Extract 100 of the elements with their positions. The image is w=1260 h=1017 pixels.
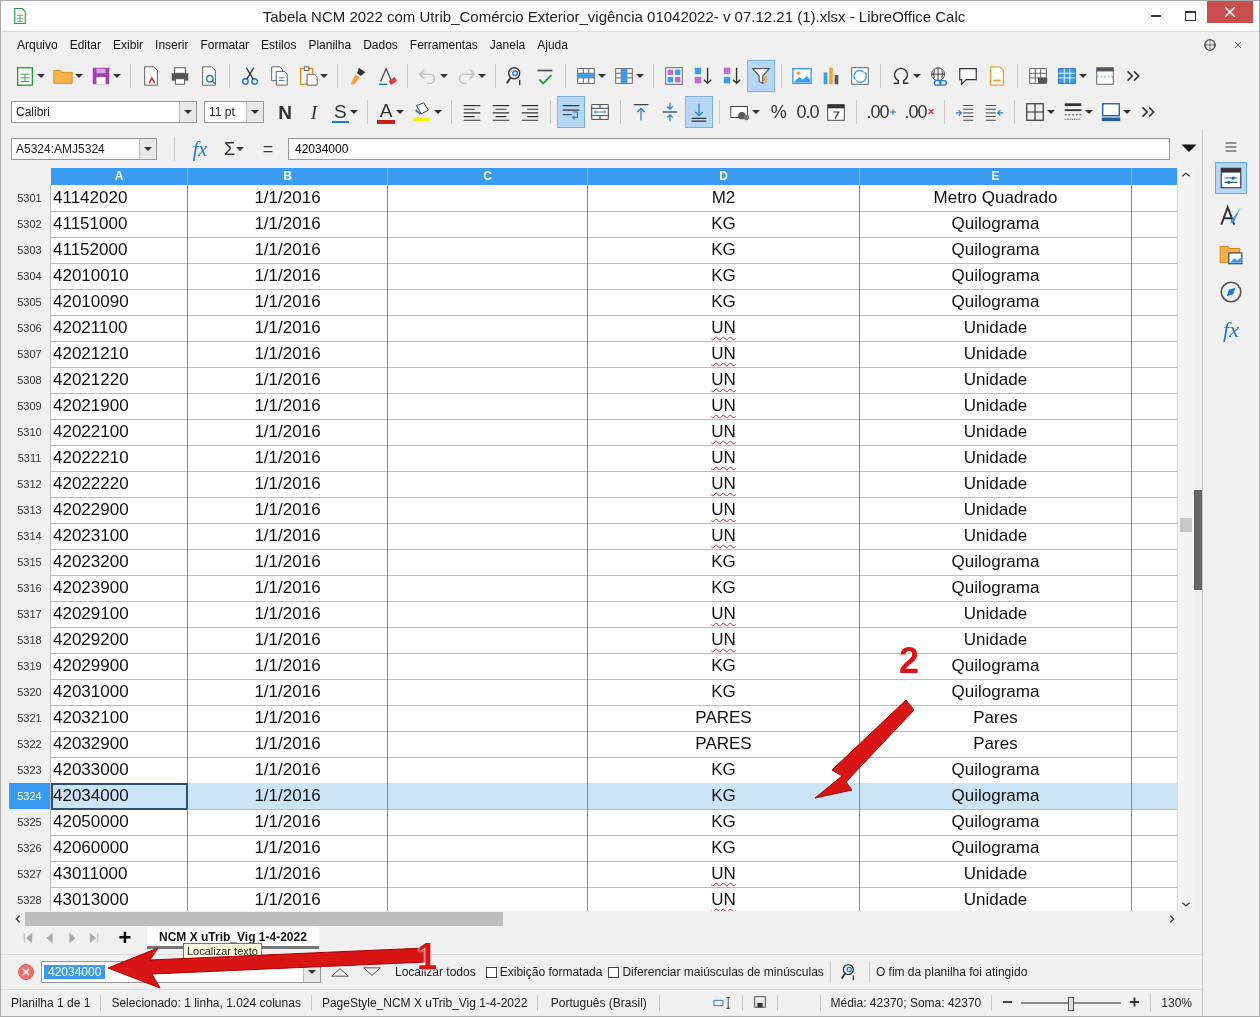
table-cell: Unidade bbox=[860, 341, 1132, 368]
row-header[interactable]: 5323 bbox=[9, 757, 51, 784]
row-header[interactable]: 5321 bbox=[9, 705, 51, 732]
table-cell: 42010010 bbox=[51, 263, 188, 290]
menu-item[interactable]: Estilos bbox=[255, 36, 303, 54]
language[interactable]: Português (Brasil) bbox=[538, 995, 661, 1011]
font-name-field[interactable]: Calibri bbox=[11, 101, 197, 123]
formula-button[interactable]: = bbox=[254, 133, 282, 165]
close-findbar-button[interactable] bbox=[17, 963, 35, 981]
menu-item[interactable]: Arquivo bbox=[11, 36, 64, 54]
caret-icon bbox=[37, 73, 45, 79]
font-color-button[interactable]: A bbox=[373, 96, 408, 128]
autofilter-button[interactable] bbox=[747, 60, 775, 92]
font-size-field[interactable]: 11 pt bbox=[204, 101, 264, 123]
table-cell: Quilograma bbox=[860, 783, 1132, 810]
scroll-thumb[interactable] bbox=[1180, 518, 1193, 532]
row-header[interactable]: 5310 bbox=[9, 419, 51, 446]
page-style[interactable]: PageStyle_NCM X uTrib_Vig 1-4-2022 bbox=[311, 995, 539, 1011]
row-header[interactable]: 5318 bbox=[9, 627, 51, 654]
table-cell: 42029100 bbox=[51, 601, 188, 628]
table-cell: 1/1/2016 bbox=[188, 861, 388, 888]
table-cell: Unidade bbox=[860, 523, 1132, 550]
row-header[interactable]: 5306 bbox=[9, 315, 51, 342]
row-header[interactable]: 5315 bbox=[9, 549, 51, 576]
menu-item[interactable]: Editar bbox=[63, 36, 108, 54]
row-header[interactable]: 5328 bbox=[9, 887, 51, 911]
checkbox[interactable]: Diferenciar maiúsculas de minúsculas bbox=[608, 965, 824, 979]
row-header[interactable]: 5322 bbox=[9, 731, 51, 758]
row-header[interactable]: 5326 bbox=[9, 835, 51, 862]
sliders-icon bbox=[1218, 165, 1244, 191]
row-header[interactable]: 5308 bbox=[9, 367, 51, 394]
sum-button[interactable]: Σ bbox=[220, 133, 248, 165]
menu-item[interactable]: Exibir bbox=[107, 36, 150, 54]
menu-item[interactable]: Inserir bbox=[149, 36, 195, 54]
update-button[interactable] bbox=[1201, 36, 1219, 54]
zoom-level[interactable]: 130% bbox=[1151, 995, 1202, 1011]
table-cell: 1/1/2016 bbox=[188, 419, 388, 446]
row-header[interactable]: 5316 bbox=[9, 575, 51, 602]
selection-info: Selecionado: 1 linha, 1.024 colunas bbox=[101, 995, 312, 1011]
menu-item[interactable]: Janela bbox=[483, 36, 532, 54]
menu-item[interactable]: Ajuda bbox=[531, 36, 574, 54]
row-header[interactable]: 5305 bbox=[9, 289, 51, 316]
checkbox[interactable]: Exibição formatada bbox=[485, 965, 603, 979]
sidebar-handle[interactable] bbox=[1194, 489, 1202, 590]
table-cell: UN bbox=[588, 445, 860, 472]
table-cell: 42029200 bbox=[51, 627, 188, 654]
row-header[interactable]: 5327 bbox=[9, 861, 51, 888]
table-cell: UN bbox=[588, 523, 860, 550]
table-cell bbox=[1132, 783, 1178, 810]
menu-item[interactable]: Formatar bbox=[194, 36, 256, 54]
add-sheet-button[interactable]: + bbox=[113, 925, 137, 951]
table-cell: UN bbox=[588, 367, 860, 394]
table-cell: 1/1/2016 bbox=[188, 367, 388, 394]
row-header[interactable]: 5309 bbox=[9, 393, 51, 420]
table-cell: KG bbox=[588, 237, 860, 264]
wrap-text-button[interactable] bbox=[557, 96, 586, 128]
table-cell: 1/1/2016 bbox=[188, 497, 388, 524]
number-format-button[interactable]: 0.0 bbox=[793, 96, 822, 128]
row-header[interactable]: 5302 bbox=[9, 211, 51, 238]
delete-decimal-button[interactable]: .00 bbox=[901, 96, 939, 128]
table-cell: Quilograma bbox=[860, 237, 1132, 264]
table-cell: 41152000 bbox=[51, 237, 188, 264]
menu-item[interactable]: Ferramentas bbox=[403, 36, 484, 54]
caret-icon bbox=[236, 146, 245, 152]
row-header[interactable]: 5320 bbox=[9, 679, 51, 706]
align-bottom-button[interactable] bbox=[685, 96, 714, 128]
monitor-frame-icon bbox=[1100, 101, 1123, 123]
menu-item[interactable]: Dados bbox=[357, 36, 404, 54]
row-header[interactable]: 5304 bbox=[9, 263, 51, 290]
name-box[interactable]: A5324:AMJ5324 bbox=[11, 138, 157, 160]
border-grid-icon bbox=[1024, 101, 1047, 123]
function-wizard-button[interactable]: fx bbox=[186, 133, 214, 165]
row-header[interactable]: 5301 bbox=[9, 185, 51, 212]
table-cell: 42023200 bbox=[51, 549, 188, 576]
scroll-thumb[interactable] bbox=[25, 911, 503, 926]
table-cell: Unidade bbox=[860, 861, 1132, 888]
row-header[interactable]: 5325 bbox=[9, 809, 51, 836]
vertical-scrollbar[interactable] bbox=[1177, 168, 1194, 911]
underline-button[interactable]: S bbox=[329, 96, 361, 128]
table-cell: PARES bbox=[588, 705, 860, 732]
table-cell: Unidade bbox=[860, 445, 1132, 472]
add-decimal-button[interactable]: .00 bbox=[863, 96, 901, 128]
row-header[interactable]: 5314 bbox=[9, 523, 51, 550]
bold-button[interactable]: N bbox=[271, 96, 299, 128]
slider-thumb[interactable] bbox=[1068, 997, 1075, 1011]
row-header[interactable]: 5312 bbox=[9, 471, 51, 498]
properties-button[interactable] bbox=[1215, 162, 1247, 194]
menu-item[interactable]: Planilha bbox=[302, 36, 358, 54]
formula-input[interactable]: 42034000 bbox=[288, 138, 1170, 160]
table-cell: Unidade bbox=[860, 471, 1132, 498]
row-header[interactable]: 5311 bbox=[9, 445, 51, 472]
row-header[interactable]: 5313 bbox=[9, 497, 51, 524]
percent-button[interactable]: % bbox=[764, 96, 793, 128]
functions-button[interactable]: fx bbox=[1215, 314, 1247, 346]
row-header[interactable]: 5303 bbox=[9, 237, 51, 264]
row-header[interactable]: 5319 bbox=[9, 653, 51, 680]
row-header[interactable]: 5307 bbox=[9, 341, 51, 368]
table-cell: 1/1/2016 bbox=[188, 809, 388, 836]
italic-button[interactable]: I bbox=[300, 96, 328, 128]
row-header[interactable]: 5317 bbox=[9, 601, 51, 628]
